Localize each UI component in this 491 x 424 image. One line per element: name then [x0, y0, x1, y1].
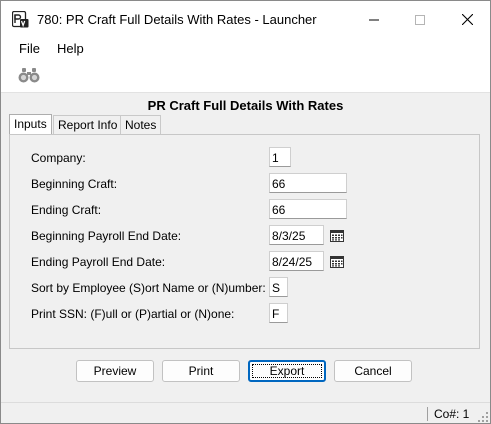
- close-icon: [461, 14, 473, 25]
- focus-indicator: [252, 364, 322, 378]
- minimize-button[interactable]: [351, 1, 397, 38]
- tab-inputs[interactable]: Inputs: [9, 114, 52, 134]
- beginning-craft-field[interactable]: 66: [269, 173, 347, 193]
- calendar-icon[interactable]: [327, 251, 347, 271]
- maximize-button[interactable]: [397, 1, 443, 38]
- preview-button-label: Preview: [93, 364, 137, 378]
- beginning-payroll-end-date-label: Beginning Payroll End Date:: [31, 229, 182, 243]
- sort-by-label: Sort by Employee (S)ort Name or (N)umber…: [31, 281, 266, 295]
- binoculars-icon[interactable]: [18, 67, 40, 83]
- print-ssn-label: Print SSN: (F)ull or (P)artial or (N)one…: [31, 307, 235, 321]
- report-launcher-icon: [11, 10, 29, 28]
- ending-craft-label: Ending Craft:: [31, 203, 102, 217]
- company-field[interactable]: 1: [269, 147, 291, 167]
- cancel-button-label: Cancel: [354, 364, 392, 378]
- company-status: Co#: 1: [434, 407, 470, 421]
- main-content: PR Craft Full Details With Rates Inputs …: [1, 93, 490, 402]
- print-ssn-field[interactable]: F: [269, 303, 288, 323]
- ending-payroll-end-date-field[interactable]: 8/24/25: [269, 251, 324, 271]
- company-label: Company:: [31, 151, 86, 165]
- inputs-panel: Company: 1 Beginning Craft: 66 Ending Cr…: [9, 134, 480, 349]
- report-title: PR Craft Full Details With Rates: [147, 98, 344, 113]
- ending-payroll-end-date-label: Ending Payroll End Date:: [31, 255, 166, 269]
- print-button-label: Print: [188, 364, 214, 378]
- title-bar[interactable]: 780: PR Craft Full Details With Rates - …: [1, 1, 490, 38]
- launcher-window: 780: PR Craft Full Details With Rates - …: [0, 0, 491, 424]
- beginning-craft-label: Beginning Craft:: [31, 177, 118, 191]
- beginning-payroll-end-date-field[interactable]: 8/3/25: [269, 225, 324, 245]
- export-button[interactable]: Export: [248, 360, 326, 382]
- preview-button[interactable]: Preview: [76, 360, 154, 382]
- toolbar: [1, 59, 490, 93]
- print-button[interactable]: Print: [162, 360, 240, 382]
- status-bar: Co#: 1: [1, 402, 490, 423]
- menu-help[interactable]: Help: [57, 41, 84, 56]
- sort-by-field[interactable]: S: [269, 277, 288, 297]
- calendar-icon[interactable]: [327, 225, 347, 245]
- menu-bar: File Help: [1, 38, 490, 59]
- close-button[interactable]: [444, 1, 490, 38]
- ending-craft-field[interactable]: 66: [269, 199, 347, 219]
- cancel-button[interactable]: Cancel: [334, 360, 412, 382]
- window-title: 780: PR Craft Full Details With Rates - …: [37, 12, 317, 27]
- resize-grip-icon[interactable]: [478, 411, 488, 422]
- tab-report-info[interactable]: Report Info: [53, 115, 123, 134]
- status-separator: [427, 407, 428, 421]
- menu-file[interactable]: File: [19, 41, 40, 56]
- tab-notes[interactable]: Notes: [120, 115, 162, 134]
